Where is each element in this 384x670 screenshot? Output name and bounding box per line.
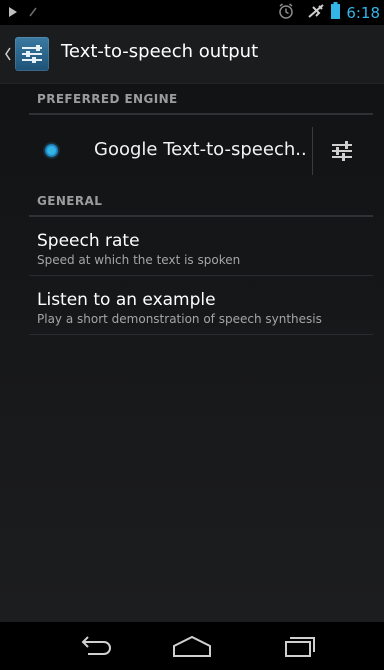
section-header-general: GENERAL bbox=[29, 187, 373, 217]
navigation-bar bbox=[0, 622, 384, 670]
alarm-icon bbox=[277, 2, 295, 24]
signal-icon bbox=[28, 3, 38, 22]
status-time: 6:18 bbox=[346, 3, 380, 22]
engine-name: Google Text-to-speech.. bbox=[94, 139, 307, 160]
section-header-label: PREFERRED ENGINE bbox=[37, 92, 178, 106]
back-icon[interactable] bbox=[66, 632, 126, 660]
settings-sliders-icon[interactable] bbox=[15, 37, 49, 71]
pref-item-speech-rate[interactable]: Speech rate Speed at which the text is s… bbox=[29, 217, 373, 276]
pref-summary: Speed at which the text is spoken bbox=[37, 253, 241, 267]
pref-item-listen-example[interactable]: Listen to an example Play a short demons… bbox=[29, 276, 373, 335]
settings-list: PREFERRED ENGINE Google Text-to-speech..… bbox=[0, 83, 384, 335]
engine-settings-icon[interactable] bbox=[325, 137, 359, 165]
screen: 6:18 Text-to-speech output PREFERRED ENG… bbox=[0, 0, 384, 670]
recents-icon[interactable] bbox=[270, 632, 330, 660]
action-bar: Text-to-speech output bbox=[0, 25, 384, 84]
play-icon bbox=[8, 3, 18, 22]
airplane-mode-icon bbox=[307, 2, 325, 24]
battery-icon bbox=[331, 2, 341, 23]
engine-divider bbox=[312, 127, 313, 175]
section-header-label: GENERAL bbox=[37, 194, 103, 208]
status-bar: 6:18 bbox=[0, 0, 384, 25]
engine-row[interactable]: Google Text-to-speech.. bbox=[29, 115, 373, 187]
engine-radio-button[interactable] bbox=[43, 142, 60, 159]
pref-summary: Play a short demonstration of speech syn… bbox=[37, 312, 322, 326]
pref-title: Listen to an example bbox=[37, 290, 216, 310]
section-header-preferred-engine: PREFERRED ENGINE bbox=[29, 83, 373, 115]
pref-title: Speech rate bbox=[37, 231, 140, 251]
up-caret-icon[interactable] bbox=[4, 46, 12, 62]
home-icon[interactable] bbox=[162, 632, 222, 660]
page-title: Text-to-speech output bbox=[61, 41, 259, 62]
